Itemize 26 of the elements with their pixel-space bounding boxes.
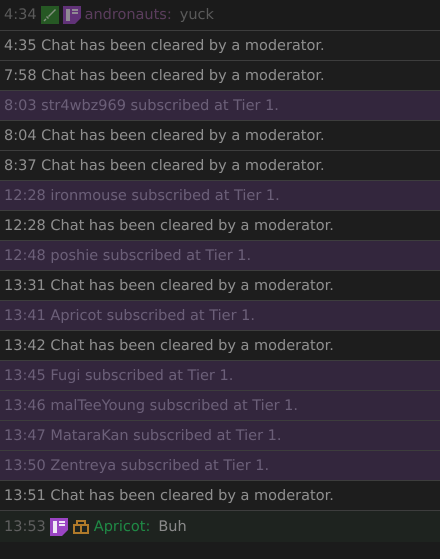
system-message: 13:42 Chat has been cleared by a moderator. [4, 338, 334, 354]
username[interactable]: andronauts: [84, 7, 172, 23]
subscription-message: 13:41 Apricot subscribed at Tier 1. [4, 308, 255, 324]
sword-icon [40, 6, 59, 24]
system-message: 8:37 Chat has been cleared by a moderator. [4, 158, 325, 174]
system-message: 4:35 Chat has been cleared by a moderator. [4, 38, 325, 54]
subscription-message: 12:28 ironmouse subscribed at Tier 1. [4, 188, 280, 204]
first-badge-icon [50, 518, 68, 536]
subscription-message: 12:48 poshie subscribed at Tier 1. [4, 248, 252, 264]
subscription-message: 13:45 Fugi subscribed at Tier 1. [4, 368, 234, 384]
subscription-message: 8:03 str4wbz969 subscribed at Tier 1. [4, 98, 279, 114]
timestamp: 4:34 [4, 7, 37, 23]
message-text: yuck [180, 7, 214, 23]
system-message: 12:28 Chat has been cleared by a moderator. [4, 218, 334, 234]
subscription-message: 13:47 MataraKan subscribed at Tier 1. [4, 428, 282, 444]
system-message: 13:51 Chat has been cleared by a moderator. [4, 488, 334, 504]
timestamp: 13:53 [4, 518, 46, 534]
first-badge-icon [62, 6, 81, 24]
system-message: 13:31 Chat has been cleared by a moderator. [4, 278, 334, 294]
username[interactable]: Apricot: [94, 518, 150, 534]
system-message: 7:58 Chat has been cleared by a moderator. [4, 68, 325, 84]
system-message: 8:04 Chat has been cleared by a moderator. [4, 128, 325, 144]
message-text: Buh [158, 518, 187, 534]
subscription-message: 13:50 Zentreya subscribed at Tier 1. [4, 458, 270, 474]
crate-icon [72, 518, 90, 534]
subscription-message: 13:46 malTeeYoung subscribed at Tier 1. [4, 398, 298, 414]
